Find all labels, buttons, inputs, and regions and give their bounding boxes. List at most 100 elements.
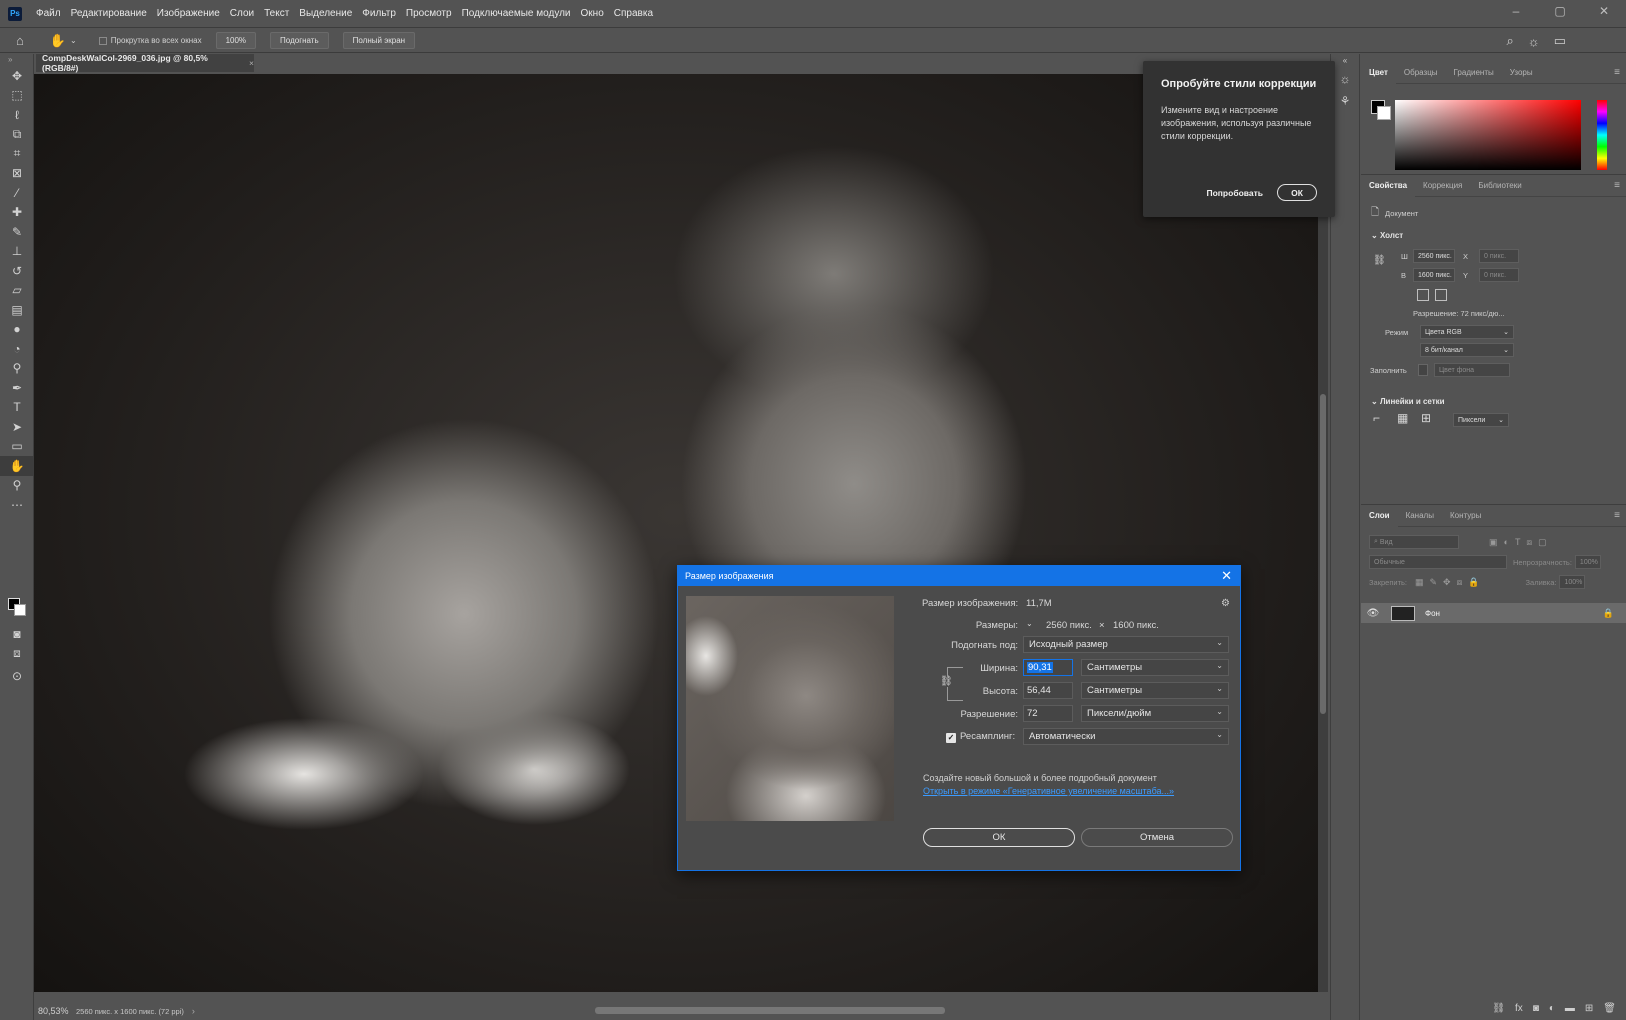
fill-swatch[interactable] bbox=[1418, 364, 1428, 376]
marquee-tool-icon[interactable]: ⬚ bbox=[0, 86, 34, 106]
hand-tool-icon[interactable]: ✋ bbox=[50, 33, 66, 49]
coach-ok-button[interactable]: ОК bbox=[1277, 184, 1317, 201]
grid-icon[interactable]: ▦ bbox=[1397, 411, 1408, 425]
history-brush-tool-icon[interactable]: ↺ bbox=[0, 261, 34, 281]
collapse-panels-icon[interactable]: « bbox=[1331, 54, 1359, 68]
move-tool-icon[interactable]: ✥ bbox=[0, 66, 34, 86]
blend-mode-select[interactable]: Обычные bbox=[1369, 555, 1507, 569]
chevron-down-icon[interactable]: ⌄ bbox=[70, 36, 77, 45]
bit-depth-select[interactable]: 8 бит/канал ⌄ bbox=[1420, 343, 1514, 357]
fill-field[interactable]: 100% bbox=[1559, 575, 1586, 589]
new-layer-icon[interactable]: ⊞ bbox=[1585, 1003, 1593, 1014]
eye-icon[interactable]: 👁 bbox=[1361, 608, 1385, 619]
scrollbar-thumb[interactable] bbox=[1320, 394, 1326, 714]
close-icon[interactable]: ✕ bbox=[1221, 568, 1232, 584]
minimize-icon[interactable]: – bbox=[1494, 0, 1538, 22]
blur-tool-icon[interactable]: ● bbox=[0, 320, 34, 340]
link-layers-icon[interactable]: ⛓ bbox=[1492, 1003, 1505, 1014]
chevron-right-icon[interactable]: › bbox=[192, 1006, 195, 1016]
more-tools-icon[interactable]: ⋯ bbox=[0, 495, 34, 515]
canvas-section-header[interactable]: ⌄ Холст bbox=[1371, 231, 1403, 240]
scrollbar-thumb[interactable] bbox=[595, 1007, 945, 1014]
close-tab-icon[interactable]: × bbox=[249, 58, 254, 68]
add-mask-icon[interactable]: ◙ bbox=[1533, 1003, 1539, 1014]
guides-icon[interactable]: ⊞ bbox=[1421, 411, 1431, 425]
dodge-tool-icon[interactable]: ◔ bbox=[0, 339, 34, 359]
menu-select[interactable]: Выделение bbox=[294, 0, 357, 28]
frame-tool-icon[interactable]: ⊠ bbox=[0, 164, 34, 184]
tab-libraries[interactable]: Библиотеки bbox=[1470, 175, 1529, 197]
lock-icon[interactable]: 🔒 bbox=[1603, 608, 1614, 619]
dialog-titlebar[interactable]: Размер изображения ✕ bbox=[678, 566, 1240, 586]
type-tool-icon[interactable]: T bbox=[0, 398, 34, 418]
menu-plugins[interactable]: Подключаемые модули bbox=[457, 0, 576, 28]
color-mode-select[interactable]: Цвета RGB ⌄ bbox=[1420, 325, 1514, 339]
background-color-swatch[interactable] bbox=[14, 604, 26, 616]
opacity-field[interactable]: 100% bbox=[1574, 555, 1601, 569]
brush-tool-icon[interactable]: ✎ bbox=[0, 222, 34, 242]
menu-image[interactable]: Изображение bbox=[152, 0, 225, 28]
width-unit-select[interactable]: Сантиметры ⌄ bbox=[1081, 659, 1229, 676]
fit-to-select[interactable]: Исходный размер ⌄ bbox=[1023, 636, 1229, 653]
layer-filter-search[interactable]: ⌕ Вид bbox=[1369, 535, 1459, 549]
path-select-tool-icon[interactable]: ➤ bbox=[0, 417, 34, 437]
link-icon[interactable]: ⛓ bbox=[940, 676, 953, 687]
try-button[interactable]: Попробовать bbox=[1207, 188, 1264, 198]
landscape-orientation-icon[interactable] bbox=[1435, 289, 1447, 301]
document-tab[interactable]: CompDeskWalCol-2969_036.jpg @ 80,5% (RGB… bbox=[36, 53, 254, 73]
clone-stamp-tool-icon[interactable]: ⊥ bbox=[0, 242, 34, 262]
rulers-section-header[interactable]: ⌄ Линейки и сетки bbox=[1371, 397, 1445, 406]
canvas-height-field[interactable]: 1600 пикс. bbox=[1413, 268, 1455, 282]
screen-mode-icon[interactable]: ⧈ bbox=[0, 644, 34, 664]
resample-select[interactable]: Автоматически ⌄ bbox=[1023, 728, 1229, 745]
share-icon[interactable]: ⊙ bbox=[0, 666, 34, 686]
fit-screen-button[interactable]: Подогнать bbox=[270, 32, 329, 49]
gear-icon[interactable]: ⚙ bbox=[1221, 598, 1230, 609]
close-icon[interactable]: ✕ bbox=[1582, 0, 1626, 22]
gradient-tool-icon[interactable]: ▤ bbox=[0, 300, 34, 320]
canvas-width-field[interactable]: 2560 пикс. bbox=[1413, 249, 1455, 263]
rectangle-tool-icon[interactable]: ▭ bbox=[0, 437, 34, 457]
fx-icon[interactable]: fx bbox=[1515, 1003, 1523, 1014]
search-icon[interactable]: ⌕ bbox=[1507, 33, 1514, 49]
lightbulb-icon[interactable]: ☼ bbox=[1528, 34, 1540, 49]
resolution-input[interactable]: 72 bbox=[1023, 705, 1073, 722]
eyedropper-tool-icon[interactable]: ⁄ bbox=[0, 183, 34, 203]
object-select-tool-icon[interactable]: ⧉ bbox=[0, 125, 34, 145]
zoom-100-button[interactable]: 100% bbox=[215, 32, 257, 49]
fill-screen-button[interactable]: Полный экран bbox=[342, 32, 416, 49]
cancel-button[interactable]: Отмена bbox=[1081, 828, 1233, 847]
menu-edit[interactable]: Редактирование bbox=[66, 0, 152, 28]
trash-icon[interactable]: 🗑 bbox=[1603, 1003, 1616, 1014]
new-group-icon[interactable]: ▬ bbox=[1565, 1003, 1575, 1014]
brush-settings-icon[interactable]: ⚘ bbox=[1331, 90, 1359, 112]
menu-type[interactable]: Текст bbox=[259, 0, 294, 28]
link-icon[interactable]: ⛓ bbox=[1373, 255, 1386, 266]
horizontal-scrollbar[interactable] bbox=[215, 1005, 1315, 1015]
hue-slider[interactable] bbox=[1597, 100, 1607, 170]
chevron-down-icon[interactable]: ⌄ bbox=[1026, 619, 1033, 628]
rulers-icon[interactable]: ⌐ bbox=[1373, 411, 1380, 425]
layer-filter-icons[interactable]: ▣◐T⧈▢ bbox=[1489, 537, 1553, 548]
tab-channels[interactable]: Каналы bbox=[1398, 505, 1442, 527]
hand-tool-active-icon[interactable]: ✋ bbox=[0, 456, 34, 476]
menu-file[interactable]: Файл bbox=[30, 0, 66, 28]
tab-patterns[interactable]: Узоры bbox=[1502, 62, 1541, 84]
ok-button[interactable]: ОК bbox=[923, 828, 1075, 847]
panel-menu-icon[interactable]: ≡ bbox=[1614, 175, 1620, 197]
crop-tool-icon[interactable]: ⌗ bbox=[0, 144, 34, 164]
pen-tool-icon[interactable]: ✒ bbox=[0, 378, 34, 398]
healing-brush-tool-icon[interactable]: ✚ bbox=[0, 203, 34, 223]
lock-icons[interactable]: ▦✎✥⧈🔒 bbox=[1415, 577, 1486, 588]
image-preview[interactable] bbox=[686, 596, 894, 821]
burn-tool-icon[interactable]: ⚲ bbox=[0, 359, 34, 379]
home-icon[interactable]: ⌂ bbox=[16, 33, 24, 48]
scroll-all-windows-checkbox[interactable]: Прокрутка во всех окнах bbox=[98, 36, 202, 45]
tab-paths[interactable]: Контуры bbox=[1442, 505, 1489, 527]
checkbox-box[interactable] bbox=[98, 36, 107, 45]
tab-properties[interactable]: Свойства bbox=[1361, 174, 1416, 197]
layer-row-background[interactable]: 👁 Фон 🔒 bbox=[1361, 603, 1626, 623]
resample-checkbox[interactable]: ✓ bbox=[946, 733, 956, 743]
height-input[interactable]: 56,44 bbox=[1023, 682, 1073, 699]
menu-filter[interactable]: Фильтр bbox=[357, 0, 401, 28]
